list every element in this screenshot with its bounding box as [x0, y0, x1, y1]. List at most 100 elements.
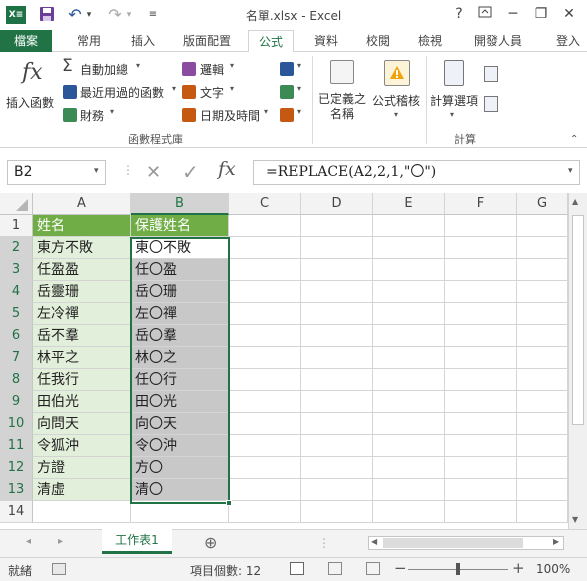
tab-split-grip-icon[interactable]: ⋮ [318, 536, 330, 550]
sign-in-link[interactable]: 登入 [556, 30, 587, 52]
cell-empty[interactable] [301, 435, 373, 457]
sheet-next-icon[interactable]: ▸ [58, 536, 63, 547]
scroll-up-icon[interactable]: ▲ [572, 197, 578, 206]
tab-view[interactable]: 檢視 [408, 30, 452, 52]
cell-empty[interactable] [301, 215, 373, 237]
cell-empty[interactable] [517, 325, 568, 347]
row-header[interactable]: 6 [0, 325, 33, 347]
horizontal-scrollbar[interactable]: ◀ ▶ [368, 536, 564, 550]
cell-empty[interactable] [517, 435, 568, 457]
tab-file[interactable]: 檔案 [0, 30, 52, 52]
formula-auditing-button[interactable]: 公式稽核 ▾ [370, 56, 424, 124]
tab-review[interactable]: 校閱 [356, 30, 400, 52]
cell-empty[interactable] [229, 435, 301, 457]
row-header[interactable]: 3 [0, 259, 33, 281]
cell-empty[interactable] [301, 303, 373, 325]
cell-empty[interactable] [301, 237, 373, 259]
cell-empty[interactable] [373, 303, 445, 325]
defined-names-button[interactable]: 已定義之 名稱 [316, 56, 368, 124]
cell-empty[interactable] [229, 369, 301, 391]
cell-empty[interactable] [445, 303, 517, 325]
cell-b[interactable]: 清〇 [131, 479, 229, 501]
horizontal-scroll-thumb[interactable] [383, 538, 523, 548]
cell-b[interactable]: 田〇光 [131, 391, 229, 413]
tab-insert[interactable]: 插入 [120, 30, 166, 52]
insert-function-button[interactable]: fx 插入函數 [2, 56, 60, 112]
cell-b[interactable]: 左〇禪 [131, 303, 229, 325]
column-header-c[interactable]: C [229, 193, 301, 215]
cell-empty[interactable] [445, 501, 517, 523]
text-button[interactable]: 文字 ▾ [182, 83, 244, 101]
macro-record-icon[interactable] [52, 563, 66, 575]
cell-empty[interactable] [445, 259, 517, 281]
cell-empty[interactable] [301, 391, 373, 413]
cell-empty[interactable] [229, 325, 301, 347]
zoom-out-button[interactable]: − [394, 559, 407, 577]
cell-empty[interactable] [373, 215, 445, 237]
cell-empty[interactable] [373, 369, 445, 391]
cell-empty[interactable] [373, 281, 445, 303]
cell-empty[interactable] [517, 413, 568, 435]
cell-a[interactable]: 任盈盈 [33, 259, 131, 281]
cell-empty[interactable] [445, 479, 517, 501]
cell-empty[interactable] [517, 369, 568, 391]
cell-b[interactable] [131, 501, 229, 523]
add-sheet-icon[interactable]: ⊕ [204, 533, 217, 552]
cell-b[interactable]: 保護姓名 [131, 215, 229, 237]
row-header[interactable]: 13 [0, 479, 33, 501]
cell-a[interactable]: 田伯光 [33, 391, 131, 413]
normal-view-icon[interactable] [290, 562, 304, 575]
cell-b[interactable]: 任〇盈 [131, 259, 229, 281]
row-header[interactable]: 8 [0, 369, 33, 391]
cell-empty[interactable] [445, 347, 517, 369]
name-box-dropdown-icon[interactable]: ▾ [94, 166, 99, 176]
close-button[interactable]: ✕ [556, 4, 582, 24]
lookup-reference-button[interactable]: ▾ [280, 60, 306, 78]
cell-empty[interactable] [229, 413, 301, 435]
logical-button[interactable]: 邏輯 ▾ [182, 60, 244, 78]
vertical-scrollbar[interactable]: ▲ ▼ [568, 193, 587, 529]
page-layout-view-icon[interactable] [328, 562, 342, 575]
cell-a[interactable]: 令狐沖 [33, 435, 131, 457]
cell-empty[interactable] [445, 215, 517, 237]
insert-function-icon[interactable]: fx [218, 158, 236, 180]
zoom-slider-thumb[interactable] [456, 563, 460, 575]
scroll-down-icon[interactable]: ▼ [572, 515, 578, 524]
cell-empty[interactable] [445, 325, 517, 347]
cell-empty[interactable] [373, 347, 445, 369]
cell-empty[interactable] [301, 413, 373, 435]
cell-empty[interactable] [445, 281, 517, 303]
tab-developer[interactable]: 開發人員 [462, 30, 534, 52]
financial-button[interactable]: 財務 ▾ [62, 106, 124, 124]
ribbon-display-icon[interactable] [472, 4, 498, 24]
cell-empty[interactable] [229, 237, 301, 259]
vertical-scroll-thumb[interactable] [572, 215, 584, 425]
cell-empty[interactable] [301, 479, 373, 501]
sheet-prev-icon[interactable]: ◂ [26, 536, 31, 547]
cell-empty[interactable] [517, 237, 568, 259]
calculation-options-button[interactable]: 計算選項 ▾ [428, 56, 480, 124]
cell-empty[interactable] [373, 457, 445, 479]
row-header[interactable]: 11 [0, 435, 33, 457]
select-all-corner[interactable] [0, 193, 33, 215]
cell-empty[interactable] [517, 281, 568, 303]
minimize-button[interactable]: ─ [500, 4, 526, 24]
cell-b[interactable]: 岳〇羣 [131, 325, 229, 347]
cell-a[interactable]: 左冷禪 [33, 303, 131, 325]
cell-empty[interactable] [229, 303, 301, 325]
cell-a[interactable]: 東方不敗 [33, 237, 131, 259]
cell-empty[interactable] [301, 369, 373, 391]
help-button[interactable]: ? [446, 4, 472, 24]
cell-empty[interactable] [373, 435, 445, 457]
zoom-level[interactable]: 100% [536, 562, 570, 576]
row-header[interactable]: 10 [0, 413, 33, 435]
cell-b[interactable]: 任〇行 [131, 369, 229, 391]
cell-empty[interactable] [373, 413, 445, 435]
cell-b[interactable]: 岳〇珊 [131, 281, 229, 303]
row-header[interactable]: 4 [0, 281, 33, 303]
recent-functions-button[interactable]: 最近用過的函數 ▾ [62, 83, 178, 101]
cell-empty[interactable] [517, 215, 568, 237]
row-header[interactable]: 12 [0, 457, 33, 479]
column-header-f[interactable]: F [445, 193, 517, 215]
tab-formulas[interactable]: 公式 [248, 30, 294, 53]
